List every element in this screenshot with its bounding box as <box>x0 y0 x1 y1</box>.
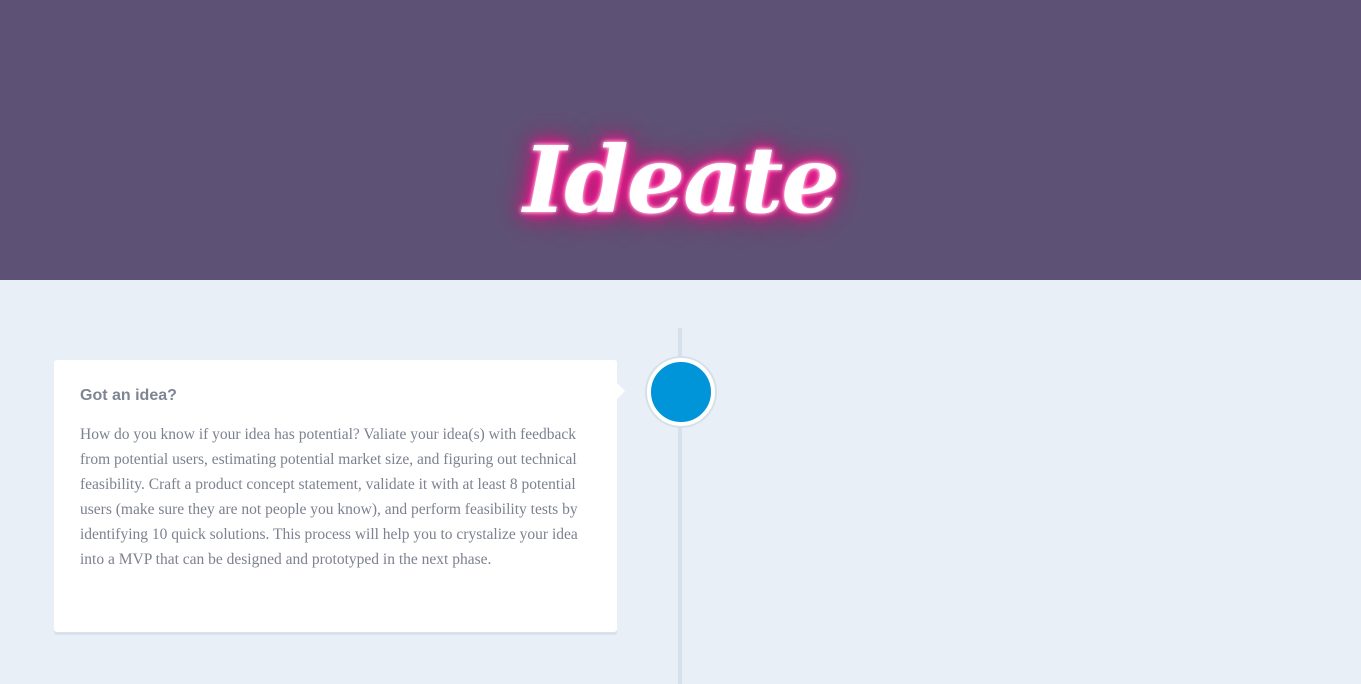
timeline-card-body: How do you know if your idea has potenti… <box>80 426 578 568</box>
timeline-card-title: Got an idea? <box>80 387 177 404</box>
timeline: Got an idea? How do you know if your ide… <box>0 280 1361 684</box>
ideate-logo-title: Ideate <box>523 125 840 234</box>
timeline-card: Got an idea? How do you know if your ide… <box>54 360 625 632</box>
timeline-dot-icon <box>647 358 715 426</box>
hero-banner: Ideate <box>0 0 1361 280</box>
